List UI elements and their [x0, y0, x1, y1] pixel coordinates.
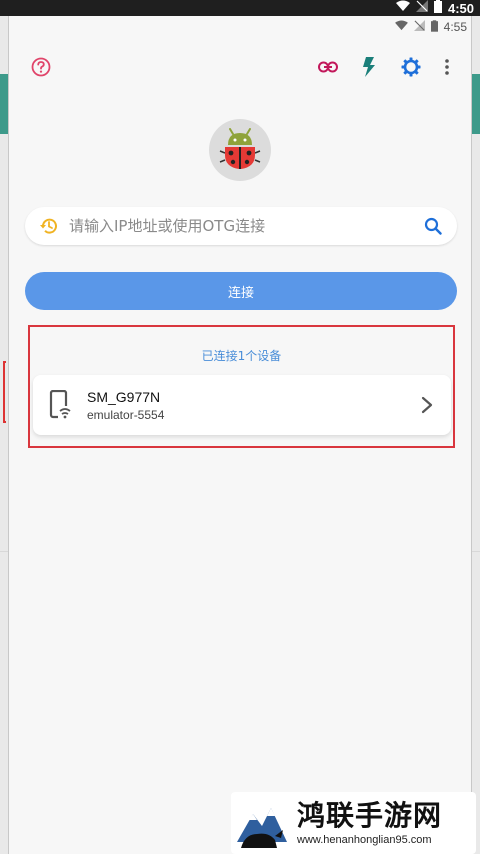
flash-button[interactable]: [355, 53, 383, 81]
device-name: SM_G977N: [87, 388, 161, 405]
inner-status-time: 4:55: [443, 20, 467, 34]
chevron-right-icon: [417, 395, 437, 415]
ip-address-input[interactable]: [69, 217, 421, 235]
settings-button[interactable]: [397, 53, 425, 81]
watermark-banner: 鸿联手游网 www.henanhonglian95.com: [231, 792, 476, 854]
status-time: 4:50: [447, 0, 474, 16]
help-button[interactable]: [27, 53, 55, 81]
system-status-bar: 4:50: [0, 0, 480, 16]
watermark-title: 鸿联手游网: [297, 799, 443, 832]
search-icon: [424, 217, 442, 235]
inner-status-bar: 4:55: [9, 16, 473, 38]
ladybug-android-icon: [219, 128, 261, 169]
watermark-logo: [237, 808, 287, 848]
device-serial: emulator-5554: [87, 407, 165, 422]
watermark-url: www.henanhonglian95.com: [297, 834, 432, 846]
gear-icon: [401, 57, 421, 77]
address-search-bar: [25, 207, 457, 245]
connect-dialog: 4:55 请输入IP地址或使用OTG连接 连接 已连接1个设备 SM_G977N…: [8, 16, 472, 854]
more-options-button[interactable]: [433, 53, 461, 81]
signal-icon: [415, 0, 428, 16]
app-logo: [209, 119, 271, 181]
flash-icon: [363, 57, 375, 77]
battery-icon: [433, 0, 442, 17]
connected-devices-title: 已连接1个设备: [201, 349, 282, 363]
wifi-icon: [395, 0, 410, 16]
link-icon: [318, 61, 338, 73]
connect-button[interactable]: 连接: [25, 272, 457, 310]
background-highlight-mark: [3, 361, 6, 423]
battery-icon: [430, 19, 438, 35]
wifi-icon: [394, 20, 408, 34]
history-button[interactable]: [37, 214, 61, 238]
device-list-item[interactable]: SM_G977N emulator-5554: [33, 375, 451, 435]
signal-icon: [413, 20, 425, 34]
history-icon: [40, 218, 57, 234]
connected-devices-section: 已连接1个设备 SM_G977N emulator-5554: [28, 325, 455, 448]
phone-wifi-icon: [47, 387, 75, 423]
search-button[interactable]: [421, 214, 445, 238]
help-circle-icon: [31, 57, 51, 77]
more-vert-icon: [445, 59, 449, 75]
link-button[interactable]: [314, 53, 342, 81]
